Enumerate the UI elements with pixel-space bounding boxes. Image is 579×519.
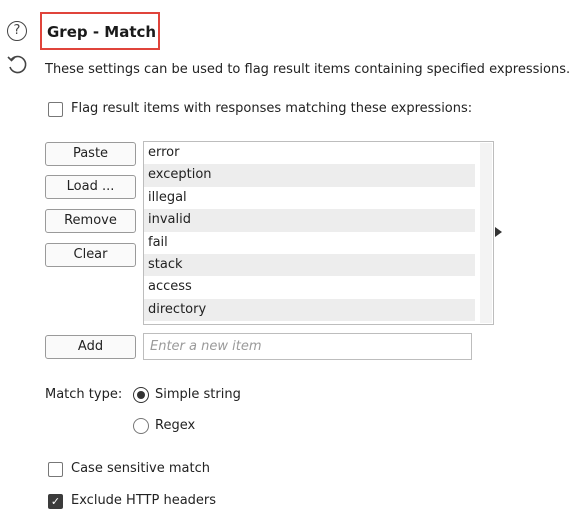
clear-button[interactable]: Clear (45, 243, 136, 267)
remove-button[interactable]: Remove (45, 209, 136, 233)
reset-icon[interactable] (6, 54, 28, 76)
add-button[interactable]: Add (45, 335, 136, 359)
list-item[interactable]: fail (144, 232, 475, 254)
page-title: Grep - Match (47, 23, 157, 41)
list-item[interactable]: exception (144, 164, 475, 187)
flag-results-label: Flag result items with responses matchin… (71, 101, 473, 116)
list-item[interactable]: illegal (144, 187, 475, 209)
list-item[interactable]: error (144, 142, 475, 164)
match-type-label: Match type: (45, 387, 123, 402)
case-sensitive-checkbox[interactable] (48, 462, 63, 477)
help-icon[interactable]: ? (7, 21, 27, 41)
regex-radio[interactable] (133, 418, 149, 434)
list-item[interactable]: invalid (144, 209, 475, 232)
flag-results-checkbox[interactable] (48, 102, 63, 117)
section-description: These settings can be used to flag resul… (45, 62, 571, 77)
case-sensitive-label: Case sensitive match (71, 461, 210, 476)
exclude-headers-checkbox[interactable]: ✓ (48, 494, 63, 509)
list-item[interactable]: directory (144, 298, 475, 322)
list-scrollbar[interactable] (480, 143, 492, 323)
simple-string-label: Simple string (155, 387, 241, 402)
list-item[interactable]: stack (144, 253, 475, 277)
simple-string-radio[interactable] (133, 387, 149, 403)
expand-arrow-icon[interactable] (495, 227, 502, 237)
expressions-list[interactable]: error exception illegal invalid fail sta… (143, 141, 494, 325)
load-button[interactable]: Load ... (45, 175, 136, 199)
new-item-input[interactable] (143, 333, 472, 360)
paste-button[interactable]: Paste (45, 142, 136, 166)
exclude-headers-label: Exclude HTTP headers (71, 493, 217, 508)
section-title-box: Grep - Match (40, 12, 160, 50)
regex-label: Regex (155, 418, 196, 433)
list-item[interactable]: access (144, 276, 475, 298)
